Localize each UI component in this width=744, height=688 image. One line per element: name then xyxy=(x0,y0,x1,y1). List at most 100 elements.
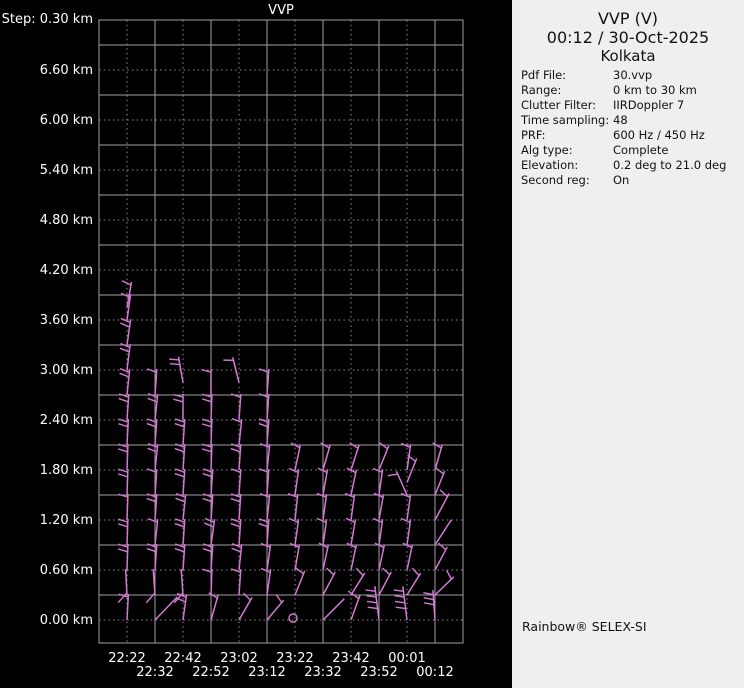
altitude-tick-label: 6.60 km xyxy=(40,63,93,78)
wind-barb-staff xyxy=(154,596,178,621)
wind-barb-flag xyxy=(423,602,435,606)
wind-barb-staff xyxy=(434,519,452,546)
wind-barb-flag xyxy=(295,567,304,575)
wind-barb-staff xyxy=(322,544,330,571)
wind-barb-staff xyxy=(350,595,361,621)
param-row: PRF: 600 Hz / 450 Hz xyxy=(521,128,742,143)
time-tick-label: 23:42 xyxy=(332,651,369,666)
product-parameters: Pdf File: 30.vvp Range: 0 km to 30 km Cl… xyxy=(521,68,742,188)
param-value: 0.2 deg to 21.0 deg xyxy=(613,158,727,172)
wind-barb-staff xyxy=(182,594,188,621)
wind-barb-flag xyxy=(242,592,251,601)
wind-barb-flag xyxy=(120,322,130,328)
wind-barb-flag xyxy=(423,597,434,601)
wind-barb-staff xyxy=(378,469,384,496)
wind-barb-flag xyxy=(445,570,453,580)
wind-barb-staff xyxy=(266,569,272,596)
wind-barb-flag xyxy=(174,472,185,478)
wind-barb-flag xyxy=(119,372,130,378)
altitude-tick-label: 2.40 km xyxy=(40,413,93,428)
wind-barb-flag xyxy=(325,567,335,576)
wind-barb-flag xyxy=(118,397,129,403)
wind-barb-staff xyxy=(322,519,328,546)
param-row: Alg type: Complete xyxy=(521,143,742,158)
wind-barb-staff xyxy=(266,544,272,571)
calm-wind-symbol xyxy=(288,613,298,623)
wind-barb-staff xyxy=(350,519,357,546)
wind-barb-staff xyxy=(126,418,130,446)
plot-title: VVP xyxy=(268,3,294,18)
wind-barb-staff xyxy=(434,444,443,471)
param-label: Alg type: xyxy=(521,143,573,157)
wind-barb-staff xyxy=(350,469,358,496)
wind-barb-flag xyxy=(231,547,242,553)
time-tick-label: 00:12 xyxy=(416,665,453,680)
wind-barb-staff xyxy=(434,546,448,571)
time-tick-label: 22:22 xyxy=(108,651,145,666)
wind-barb-staff xyxy=(322,469,329,496)
wind-barb-flag xyxy=(379,442,388,450)
step-label: Step: 0.30 km xyxy=(2,12,93,27)
site-name: Kolkata xyxy=(600,47,656,65)
param-label: Elevation: xyxy=(521,158,579,172)
time-tick-label: 23:52 xyxy=(360,665,397,680)
wind-barb-staff xyxy=(126,344,131,371)
wind-barb-staff xyxy=(294,544,301,571)
wind-barb-staff xyxy=(182,419,186,446)
wind-barb-staff xyxy=(126,443,129,471)
wind-barb-flag xyxy=(231,418,242,423)
wind-barb-staff xyxy=(378,519,384,546)
wind-barb-staff xyxy=(238,569,242,596)
param-row: Range: 0 km to 30 km xyxy=(521,83,742,98)
param-row: Time sampling: 48 xyxy=(521,113,742,128)
wind-barb-flag xyxy=(147,447,158,453)
param-label: Clutter Filter: xyxy=(521,98,597,112)
wind-barb-staff xyxy=(294,469,300,496)
wind-barb-staff xyxy=(126,319,132,346)
wind-barb-staff xyxy=(406,519,412,546)
wind-barb-flag xyxy=(355,567,364,577)
wind-barb-flag xyxy=(117,448,128,453)
wind-barb-flag xyxy=(367,606,378,610)
plot-border xyxy=(98,19,464,644)
param-label: Second reg: xyxy=(521,173,590,187)
wind-barb-staff xyxy=(126,394,130,421)
param-row: Pdf File: 30.vvp xyxy=(521,68,742,83)
wind-barb-staff xyxy=(294,519,300,546)
param-value: On xyxy=(613,173,630,187)
wind-barb-flag xyxy=(349,442,359,449)
time-tick-label: 22:52 xyxy=(192,665,229,680)
param-value: 48 xyxy=(613,113,628,127)
param-value: 600 Hz / 450 Hz xyxy=(613,128,705,142)
wind-barb-flag xyxy=(366,594,377,598)
param-value: Complete xyxy=(613,143,669,157)
wind-barb-staff xyxy=(294,494,299,521)
wind-barb-flag xyxy=(381,567,391,576)
wind-barb-staff xyxy=(322,598,345,621)
param-label: Pdf File: xyxy=(521,68,567,82)
param-value: IIRDoppler 7 xyxy=(613,98,685,112)
wind-barb-staff xyxy=(238,469,242,496)
wind-barb-staff xyxy=(350,544,358,571)
wind-barb-staff xyxy=(395,470,408,496)
wind-barb-staff xyxy=(210,568,213,596)
wind-barb-staff xyxy=(231,357,240,383)
wind-barb-flag xyxy=(201,368,212,373)
wind-barb-flag xyxy=(201,448,212,453)
wind-barb-flag xyxy=(117,523,128,528)
vvp-product-window: VVP Step: 0.30 km 6.60 km 6.00 km 5.40 km 4.8… xyxy=(0,0,744,688)
altitude-tick-label: 1.80 km xyxy=(40,463,93,478)
altitude-tick-label: 3.00 km xyxy=(40,363,93,378)
wind-barb-staff xyxy=(434,493,450,521)
wind-barb-staff xyxy=(406,572,422,596)
altitude-tick-label: 4.20 km xyxy=(40,263,93,278)
wind-barb-flag xyxy=(400,517,411,523)
wind-barb-staff xyxy=(378,494,385,521)
altitude-tick-label: 4.80 km xyxy=(40,213,93,228)
wind-barb-staff xyxy=(322,444,331,471)
wind-barb-flag xyxy=(372,467,383,473)
wind-barb-flag xyxy=(121,280,132,286)
info-panel: VVP (V) 00:12 / 30-Oct-2025 Kolkata Pdf … xyxy=(512,0,744,688)
param-label: Range: xyxy=(521,83,562,97)
altitude-tick-label: 5.40 km xyxy=(40,163,93,178)
